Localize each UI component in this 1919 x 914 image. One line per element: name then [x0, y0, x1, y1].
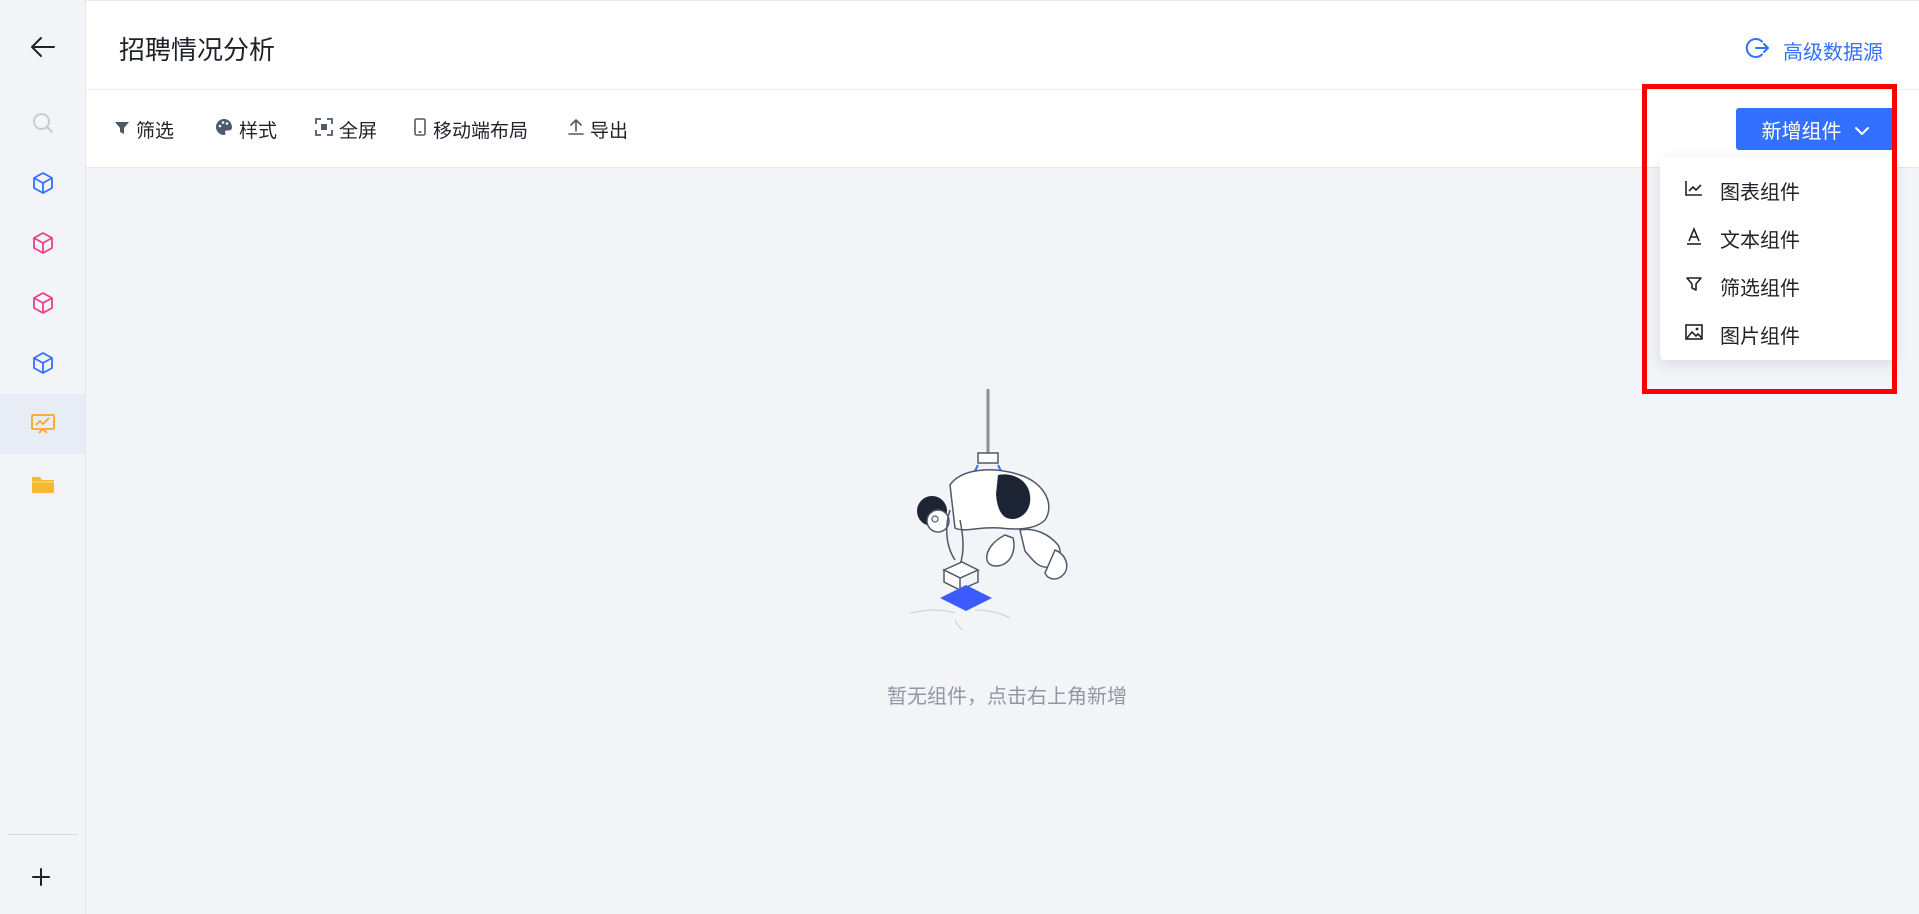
sidebar-cube-icon-4[interactable]	[0, 333, 85, 393]
upload-icon	[568, 118, 584, 141]
sidebar-dashboard-icon[interactable]	[0, 394, 85, 454]
palette-icon	[215, 118, 233, 141]
filter-icon	[114, 119, 130, 141]
sidebar-cube-icon-2[interactable]	[0, 213, 85, 273]
add-icon[interactable]	[24, 860, 58, 894]
empty-state-message: 暂无组件，点击右上角新增	[887, 684, 1127, 708]
mobile-icon	[413, 118, 427, 141]
filter-button[interactable]: 筛选	[114, 116, 174, 143]
sidebar-divider	[8, 834, 78, 835]
export-button[interactable]: 导出	[568, 116, 628, 143]
fullscreen-icon	[315, 118, 333, 141]
fullscreen-label: 全屏	[339, 120, 378, 142]
advanced-datasource-link[interactable]: 高级数据源	[1745, 35, 1883, 66]
filter-label: 筛选	[136, 120, 175, 142]
sidebar-folder-icon[interactable]	[0, 454, 85, 514]
style-label: 样式	[239, 120, 278, 142]
highlight-box	[1642, 84, 1897, 394]
mobile-layout-button[interactable]: 移动端布局	[413, 116, 528, 143]
sidebar	[0, 0, 86, 914]
empty-state-illustration	[880, 385, 1120, 635]
sidebar-cube-icon-1[interactable]	[0, 153, 85, 213]
sidebar-search-icon[interactable]	[0, 93, 85, 153]
page-title: 招聘情况分析	[119, 36, 276, 66]
back-arrow-icon[interactable]	[26, 30, 60, 64]
header: 招聘情况分析 高级数据源	[86, 0, 1919, 90]
mobile-layout-label: 移动端布局	[433, 120, 529, 142]
export-label: 导出	[590, 120, 629, 142]
sidebar-cube-icon-3[interactable]	[0, 273, 85, 333]
style-button[interactable]: 样式	[215, 116, 277, 143]
exit-icon	[1745, 35, 1771, 66]
advanced-datasource-label: 高级数据源	[1783, 40, 1883, 64]
fullscreen-button[interactable]: 全屏	[315, 116, 377, 143]
